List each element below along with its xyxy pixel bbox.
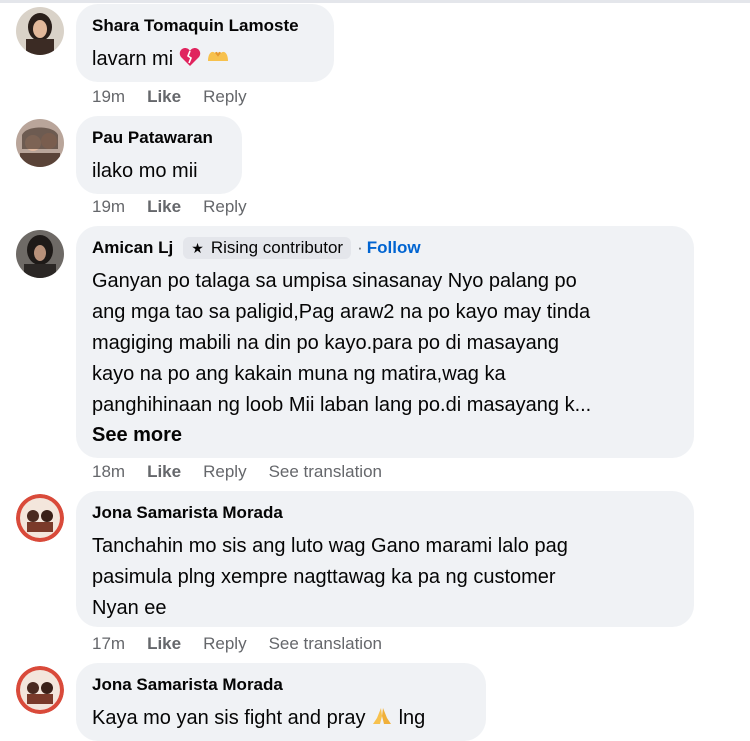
comment-text: ilako mo mii bbox=[92, 160, 198, 182]
comment-time[interactable]: 17m bbox=[92, 634, 125, 654]
comment-line: magiging mabili na din po kayo.para po d… bbox=[92, 332, 559, 354]
comment-author[interactable]: Shara Tomaquin Lamoste bbox=[92, 16, 299, 36]
reply-button[interactable]: Reply bbox=[203, 634, 246, 654]
comment-line: pasimula plng xempre nagttawag ka pa ng … bbox=[92, 566, 556, 588]
comment-line: kayo na po ang kakain muna ng matira,wag… bbox=[92, 363, 506, 385]
like-button[interactable]: Like bbox=[147, 87, 181, 107]
comment-author[interactable]: Amican Lj bbox=[92, 238, 173, 258]
like-button[interactable]: Like bbox=[147, 462, 181, 482]
comment-line: Ganyan po talaga sa umpisa sinasanay Nyo… bbox=[92, 270, 577, 292]
comment-author[interactable]: Pau Patawaran bbox=[92, 128, 213, 148]
comment-actions: 17m Like Reply See translation bbox=[92, 633, 404, 655]
comment-author[interactable]: Jona Samarista Morada bbox=[92, 675, 283, 695]
comment-line: panghihinaan ng loob Mii laban lang po.d… bbox=[92, 394, 592, 416]
comment-line: Tanchahin mo sis ang luto wag Gano maram… bbox=[92, 535, 568, 557]
avatar[interactable] bbox=[16, 230, 64, 278]
like-button[interactable]: Like bbox=[147, 197, 181, 217]
comment-text-content: Kaya mo yan sis fight and pray bbox=[92, 707, 366, 729]
avatar[interactable] bbox=[16, 119, 64, 167]
follow-label: Follow bbox=[366, 238, 421, 257]
avatar[interactable] bbox=[16, 494, 64, 542]
comment-bubble: Jona Samarista Morada Kaya mo yan sis fi… bbox=[76, 663, 486, 741]
heart-hands-emoji-icon bbox=[206, 46, 230, 77]
rising-contributor-badge[interactable]: ★ Rising contributor bbox=[183, 237, 352, 259]
comment-time[interactable]: 18m bbox=[92, 462, 125, 482]
comment-actions: 19m Like Reply bbox=[92, 196, 269, 218]
follow-button[interactable]: · Follow bbox=[357, 238, 421, 258]
comment-actions: 19m Like Reply bbox=[92, 86, 269, 108]
comment-text: Kaya mo yan sis fight and pray lng bbox=[92, 703, 470, 736]
comment-time[interactable]: 19m bbox=[92, 197, 125, 217]
reply-button[interactable]: Reply bbox=[203, 197, 246, 217]
avatar[interactable] bbox=[16, 7, 64, 55]
see-translation-link[interactable]: See translation bbox=[269, 634, 382, 654]
folded-hands-emoji-icon bbox=[371, 705, 393, 736]
broken-heart-emoji-icon bbox=[179, 46, 201, 77]
comment-bubble: Shara Tomaquin Lamoste lavarn mi bbox=[76, 4, 334, 82]
comment-bubble: Jona Samarista Morada Tanchahin mo sis a… bbox=[76, 491, 694, 627]
comment-text: Tanchahin mo sis ang luto wag Gano maram… bbox=[92, 531, 678, 624]
reply-button[interactable]: Reply bbox=[203, 87, 246, 107]
comment-line: Nyan ee bbox=[92, 597, 167, 619]
star-icon: ★ bbox=[191, 239, 204, 256]
separator-dot: · bbox=[357, 238, 363, 257]
comment-text: lavarn mi bbox=[92, 44, 318, 77]
reply-button[interactable]: Reply bbox=[203, 462, 246, 482]
badge-label: Rising contributor bbox=[210, 238, 344, 257]
comment-bubble: Amican Lj ★ Rising contributor · Follow G… bbox=[76, 226, 694, 458]
top-divider bbox=[0, 0, 750, 3]
comment-text-suffix: lng bbox=[398, 707, 426, 729]
see-translation-link[interactable]: See translation bbox=[269, 462, 382, 482]
comment-line: ang mga tao sa paligid,Pag araw2 na po k… bbox=[92, 301, 591, 323]
comment-actions: 18m Like Reply See translation bbox=[92, 461, 404, 483]
see-more-link[interactable]: See more bbox=[92, 421, 678, 449]
comment-bubble: Pau Patawaran ilako mo mii bbox=[76, 116, 242, 194]
avatar[interactable] bbox=[16, 666, 64, 714]
comment-author[interactable]: Jona Samarista Morada bbox=[92, 503, 283, 523]
comment-text: Ganyan po talaga sa umpisa sinasanay Nyo… bbox=[92, 266, 678, 421]
comment-text-content: lavarn mi bbox=[92, 48, 174, 70]
like-button[interactable]: Like bbox=[147, 634, 181, 654]
comment-time[interactable]: 19m bbox=[92, 87, 125, 107]
